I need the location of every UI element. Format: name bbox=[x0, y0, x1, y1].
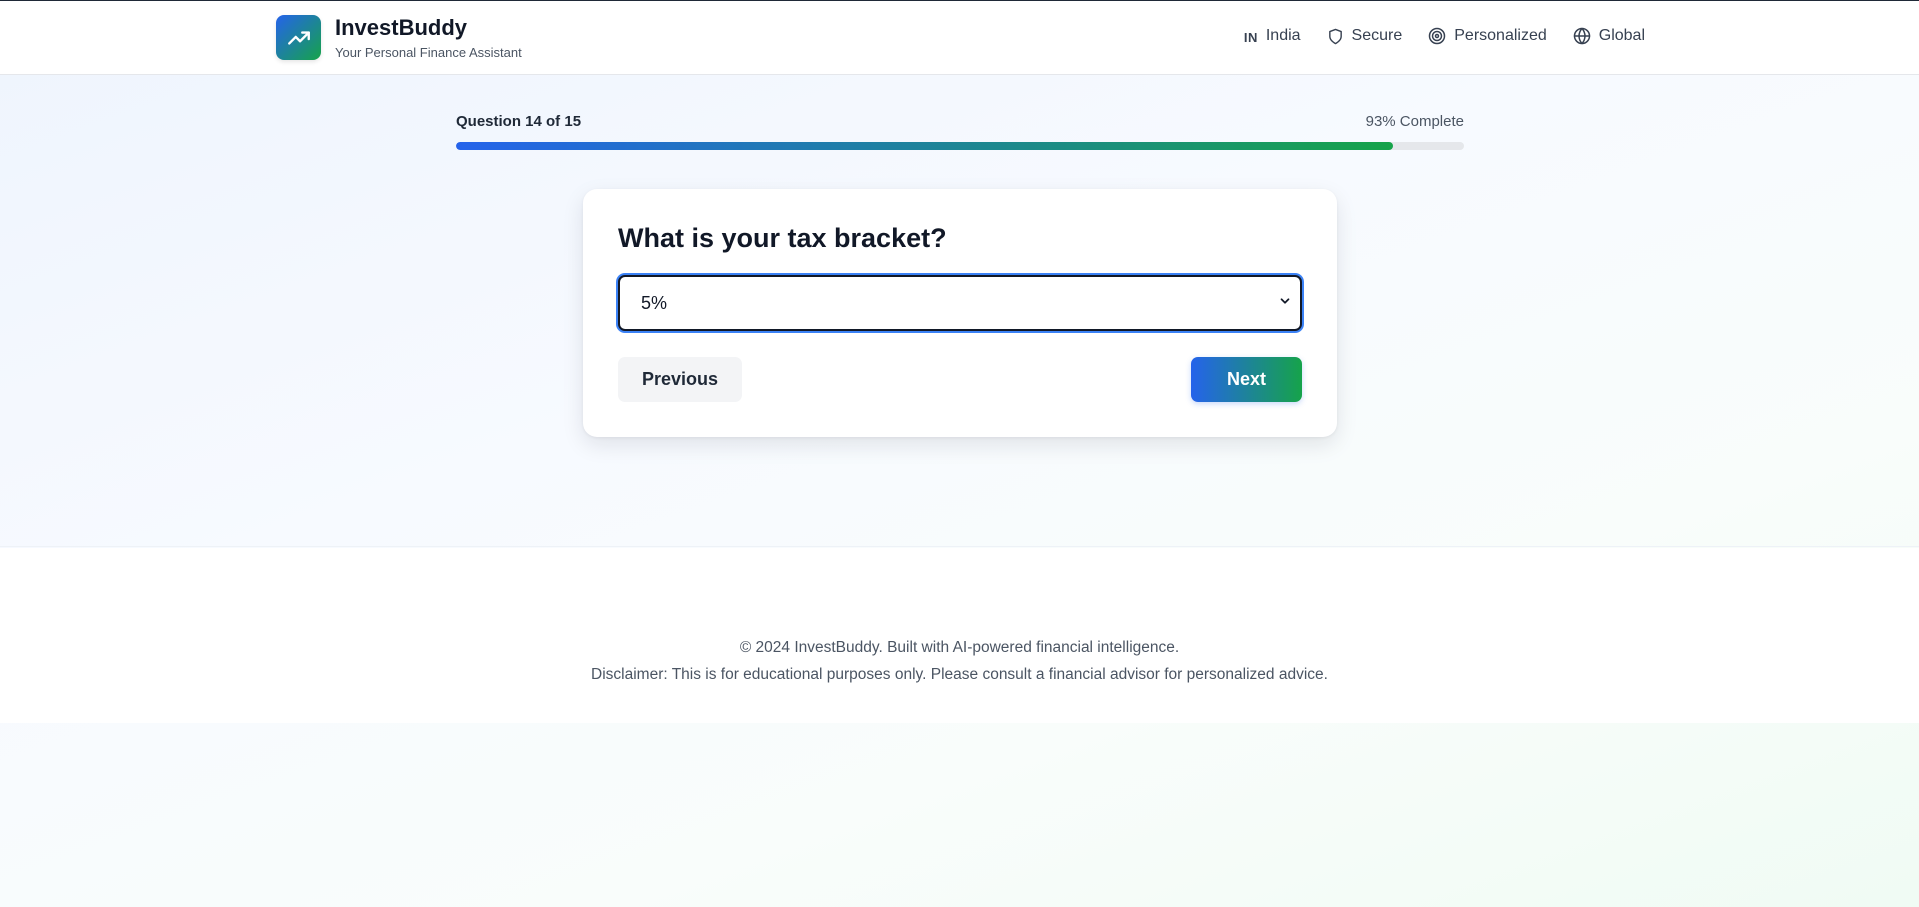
globe-icon bbox=[1573, 27, 1591, 45]
app-header: InvestBuddy Your Personal Finance Assist… bbox=[0, 1, 1919, 75]
progress-section: Question 14 of 15 93% Complete bbox=[456, 113, 1464, 150]
footer-copyright: © 2024 InvestBuddy. Built with AI-powere… bbox=[739, 639, 1180, 656]
brand-title: InvestBuddy bbox=[335, 15, 468, 40]
question-title: What is your tax bracket? bbox=[618, 223, 947, 253]
trending-up-icon bbox=[276, 15, 321, 60]
nav-item-global[interactable]: Global bbox=[1573, 27, 1645, 45]
brand-subtitle: Your Personal Finance Assistant bbox=[335, 45, 522, 60]
nav-item-personalized-label: Personalized bbox=[1454, 27, 1547, 44]
nav-item-country-label: India bbox=[1265, 27, 1301, 44]
tax-bracket-select[interactable]: 5% bbox=[618, 275, 1302, 331]
nav-item-secure[interactable]: Secure bbox=[1327, 27, 1403, 45]
header-nav: IN India Secure Personalized Global bbox=[1244, 27, 1645, 45]
chevron-down-icon bbox=[1278, 294, 1292, 313]
progress-fill bbox=[456, 142, 1394, 150]
footer: © 2024 InvestBuddy. Built with AI-powere… bbox=[0, 548, 1919, 723]
question-card: What is your tax bracket? 5% Previous Ne… bbox=[583, 189, 1337, 437]
country-flag-icon: IN bbox=[1243, 30, 1258, 45]
nav-item-personalized[interactable]: Personalized bbox=[1428, 27, 1547, 45]
shield-icon bbox=[1327, 28, 1344, 45]
nav-item-country[interactable]: IN India bbox=[1244, 27, 1301, 45]
question-counter: Question 14 of 15 bbox=[456, 113, 582, 130]
progress-track bbox=[456, 142, 1464, 150]
previous-button[interactable]: Previous bbox=[618, 357, 742, 402]
nav-item-secure-label: Secure bbox=[1351, 27, 1403, 44]
progress-percent: 93% Complete bbox=[1365, 113, 1464, 130]
next-button[interactable]: Next bbox=[1191, 357, 1302, 402]
footer-disclaimer: Disclaimer: This is for educational purp… bbox=[591, 666, 1328, 683]
brand[interactable]: InvestBuddy Your Personal Finance Assist… bbox=[276, 15, 522, 60]
nav-item-global-label: Global bbox=[1598, 27, 1645, 44]
target-icon bbox=[1428, 27, 1446, 45]
select-value: 5% bbox=[641, 292, 668, 313]
